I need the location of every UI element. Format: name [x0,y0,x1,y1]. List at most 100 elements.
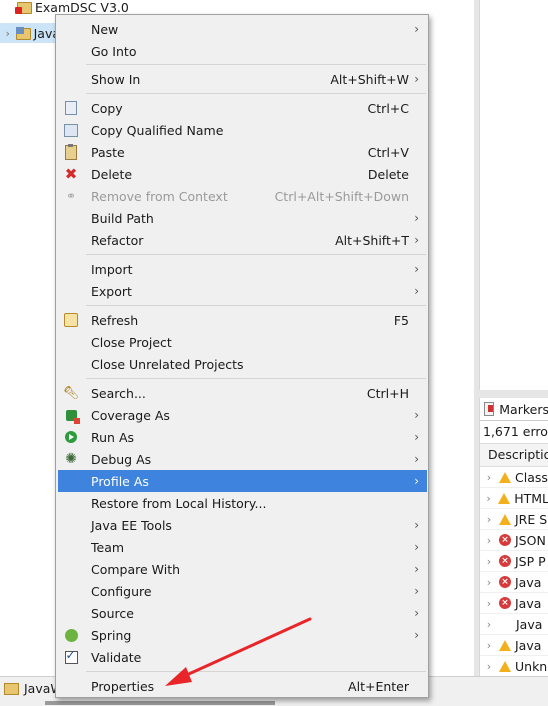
error-icon: × [499,576,511,588]
shortcut-label: Alt+Shift+W [330,71,409,87]
menu-item-build-path[interactable]: Build Path › [58,207,427,229]
menu-item-copy[interactable]: Copy Ctrl+C [58,97,427,119]
submenu-arrow-icon: › [414,262,419,276]
blank-icon [499,617,512,631]
menu-item-restore-local-history[interactable]: Restore from Local History... [58,492,427,514]
menu-item-coverage-as[interactable]: Coverage As › [58,404,427,426]
marker-description: JSP P [515,553,546,569]
shortcut-label: Alt+Enter [348,678,409,694]
shortcut-label: Alt+Shift+T [335,232,409,248]
paste-icon [58,141,84,163]
marker-row[interactable]: › × JSON [480,530,548,551]
menu-item-import[interactable]: Import › [58,258,427,280]
spring-leaf-icon [58,624,84,646]
submenu-arrow-icon: › [414,211,419,225]
menu-item-close-unrelated-projects[interactable]: Close Unrelated Projects [58,353,427,375]
menu-item-properties[interactable]: Properties Alt+Enter [58,675,427,697]
menu-separator [86,305,426,306]
marker-description: Unkn [515,658,548,674]
menu-item-search[interactable]: 🔦︎ Search... Ctrl+H [58,382,427,404]
menu-item-delete[interactable]: ✖ Delete Delete [58,163,427,185]
menu-item-export[interactable]: Export › [58,280,427,302]
menu-item-refresh[interactable]: Refresh F5 [58,309,427,331]
marker-description: Java [516,616,543,632]
menu-separator [86,671,426,672]
delete-icon: ✖ [64,165,78,183]
menu-item-paste[interactable]: Paste Ctrl+V [58,141,427,163]
menu-separator [86,378,426,379]
submenu-arrow-icon: › [414,22,419,36]
menu-item-close-project[interactable]: Close Project [58,331,427,353]
markers-tab[interactable]: Markers [480,398,548,421]
menu-item-spring[interactable]: Spring › [58,624,427,646]
menu-item-debug-as[interactable]: ✺ Debug As › [58,448,427,470]
chevron-right-icon[interactable]: › [480,555,498,568]
menu-item-team[interactable]: Team › [58,536,427,558]
menu-item-show-in[interactable]: Show In Alt+Shift+W › [58,68,427,90]
copy-icon [58,97,84,119]
chevron-right-icon[interactable]: › [480,513,498,526]
chevron-right-icon[interactable]: › [480,597,498,610]
chevron-right-icon[interactable]: › [480,576,498,589]
error-icon: × [499,534,511,546]
marker-row[interactable]: › × Java [480,572,548,593]
submenu-arrow-icon: › [414,606,419,620]
chevron-right-icon[interactable]: › [480,618,498,631]
view-divider-horizontal[interactable] [479,390,548,398]
menu-item-profile-as[interactable]: Profile As › [58,470,427,492]
marker-row[interactable]: › Java [480,635,548,656]
marker-description: Java [515,595,542,611]
warning-icon [499,639,511,651]
markers-summary: 1,671 errors [483,424,548,439]
menu-item-run-as[interactable]: Run As › [58,426,427,448]
submenu-arrow-icon: › [414,628,419,642]
error-icon: × [499,597,511,609]
marker-row[interactable]: › Class [480,467,548,488]
menu-separator [86,93,426,94]
marker-row[interactable]: › Unkn [480,656,548,677]
chevron-right-icon[interactable]: › [480,534,498,547]
submenu-arrow-icon: › [414,452,419,466]
menu-item-go-into[interactable]: Go Into [58,40,427,62]
submenu-arrow-icon: › [414,408,419,422]
chevron-right-icon[interactable]: › [0,27,15,40]
submenu-arrow-icon: › [414,284,419,298]
menu-item-configure[interactable]: Configure › [58,580,427,602]
marker-description: Class [515,469,548,485]
shortcut-label: Ctrl+V [367,144,409,160]
editor-area [479,0,548,390]
marker-row[interactable]: › × JSP P [480,551,548,572]
menu-item-validate[interactable]: Validate [58,646,427,668]
warning-icon [499,471,511,483]
chevron-right-icon[interactable]: › [480,660,498,673]
marker-description: Java [515,574,542,590]
marker-row[interactable]: › Java [480,614,548,635]
chevron-right-icon[interactable]: › [480,639,498,652]
project-error-icon [15,0,32,14]
chevron-right-icon[interactable]: › [480,471,498,484]
marker-row[interactable]: › JRE S [480,509,548,530]
menu-item-compare-with[interactable]: Compare With › [58,558,427,580]
menu-item-source[interactable]: Source › [58,602,427,624]
marker-row[interactable]: › HTML [480,488,548,509]
menu-item-java-ee-tools[interactable]: Java EE Tools › [58,514,427,536]
menu-item-copy-qualified-name[interactable]: Copy Qualified Name [58,119,427,141]
chevron-right-icon[interactable]: › [480,492,497,505]
folder-icon [4,682,19,695]
menu-item-refactor[interactable]: Refactor Alt+Shift+T › [58,229,427,251]
column-header-description[interactable]: Description [480,443,548,467]
marker-row[interactable]: › × Java [480,593,548,614]
markers-view: Markers 1,671 errors Description ›Class›… [479,398,548,677]
bottom-tab-javaw[interactable]: JavaW [0,681,63,696]
coverage-icon [58,404,84,426]
shortcut-label: Ctrl+Alt+Shift+Down [274,188,409,204]
tree-item-java-selected[interactable]: › Java [0,23,60,43]
remove-from-context-icon: ⚭ [65,189,77,203]
horizontal-scrollbar[interactable] [45,701,275,705]
submenu-arrow-icon: › [414,584,419,598]
menu-item-new[interactable]: New › [58,18,427,40]
tree-item-label: ExamDSC V3.0 [35,0,129,15]
search-icon: 🔦︎ [62,385,80,401]
refresh-icon [58,309,84,331]
submenu-arrow-icon: › [414,72,419,86]
